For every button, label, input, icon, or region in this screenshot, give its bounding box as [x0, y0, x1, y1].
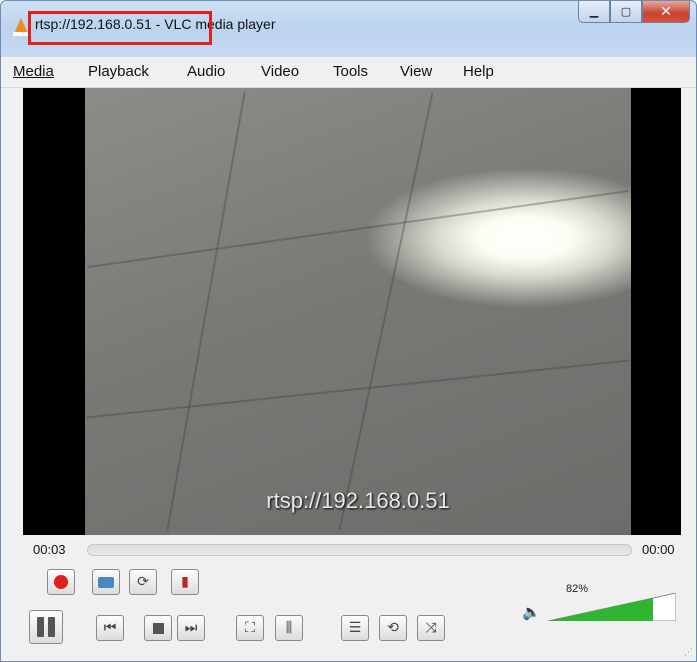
record-button[interactable] [47, 569, 75, 595]
maximize-icon: ▢ [620, 5, 632, 18]
elapsed-time: 00:03 [33, 542, 66, 557]
menu-bar: Media Playback Audio Video Tools View He… [1, 57, 696, 88]
menu-playback[interactable]: Playback [88, 63, 149, 80]
extended-settings-button[interactable]: ⫼ [275, 615, 303, 641]
menu-tools-label: Tools [333, 63, 369, 80]
title-bar[interactable]: rtsp://192.168.0.51 - VLC media player ▁… [1, 1, 696, 57]
tile-grout-line [86, 359, 630, 419]
loop-icon: ⟲ [387, 620, 399, 636]
title-highlight-box [28, 11, 212, 45]
shuffle-button[interactable]: ⤨ [417, 615, 445, 641]
seek-row: 00:03 00:00 [23, 537, 688, 563]
tile-grout-line [166, 91, 246, 532]
menu-audio[interactable]: Audio [187, 63, 225, 80]
menu-help-label: Help [463, 63, 494, 80]
frame-by-frame-icon: ▮ [181, 574, 189, 590]
resize-grip-icon[interactable]: ⋰ [684, 648, 693, 658]
volume-slider[interactable] [548, 593, 676, 621]
fullscreen-button[interactable]: ⛶ [236, 615, 264, 641]
close-icon: ✕ [660, 3, 672, 20]
seek-slider[interactable] [87, 544, 632, 556]
ab-loop-icon: ⟳ [137, 574, 149, 590]
menu-media[interactable]: Media [13, 63, 54, 80]
vlc-cone-icon[interactable] [13, 18, 29, 36]
video-overlay-url: rtsp://192.168.0.51 [266, 488, 450, 513]
tile-grout-line [87, 190, 629, 268]
vlc-window: rtsp://192.168.0.51 - VLC media player ▁… [0, 0, 697, 662]
close-button[interactable]: ✕ [642, 1, 690, 23]
next-icon: ⏭ [184, 620, 198, 636]
maximize-button[interactable]: ▢ [610, 1, 642, 23]
stop-button[interactable] [144, 615, 172, 641]
pause-icon [37, 617, 55, 637]
shuffle-icon: ⤨ [425, 620, 437, 636]
snapshot-button[interactable] [92, 569, 120, 595]
menu-playback-label: Playback [88, 63, 149, 80]
video-area[interactable]: rtsp://192.168.0.51 [23, 88, 681, 535]
previous-button[interactable]: ⏮ [96, 615, 124, 641]
loop-button[interactable]: ⟲ [379, 615, 407, 641]
previous-icon: ⏮ [103, 620, 117, 636]
camera-icon [98, 576, 114, 588]
minimize-icon: ▁ [589, 5, 599, 18]
total-time: 00:00 [642, 542, 675, 557]
tile-grout-line [338, 92, 434, 531]
minimize-button[interactable]: ▁ [578, 1, 610, 23]
speaker-icon[interactable]: 🔈 [522, 603, 541, 621]
menu-help[interactable]: Help [463, 63, 494, 80]
window-controls: ▁ ▢ ✕ [578, 1, 690, 27]
menu-audio-label: Audio [187, 63, 226, 80]
menu-video-label: Video [261, 63, 300, 80]
video-frame: rtsp://192.168.0.51 [85, 88, 631, 535]
fullscreen-icon: ⛶ [245, 620, 255, 636]
frame-step-button[interactable]: ▮ [171, 569, 199, 595]
menu-view[interactable]: View [400, 63, 432, 80]
menu-tools[interactable]: Tools [333, 63, 368, 80]
ab-loop-button[interactable]: ⟳ [129, 569, 157, 595]
menu-view-label: View [400, 63, 433, 80]
stop-icon [152, 622, 164, 634]
playlist-button[interactable]: ☰ [341, 615, 369, 641]
menu-media-label: Media [13, 63, 54, 80]
pause-button[interactable] [29, 610, 63, 644]
playlist-icon: ☰ [348, 620, 362, 636]
next-button[interactable]: ⏭ [177, 615, 205, 641]
equalizer-icon: ⫼ [285, 620, 293, 636]
menu-video[interactable]: Video [261, 63, 299, 80]
record-icon [54, 575, 68, 589]
volume-percent: 82% [566, 583, 589, 595]
volume-control: 🔈 82% [522, 583, 682, 629]
